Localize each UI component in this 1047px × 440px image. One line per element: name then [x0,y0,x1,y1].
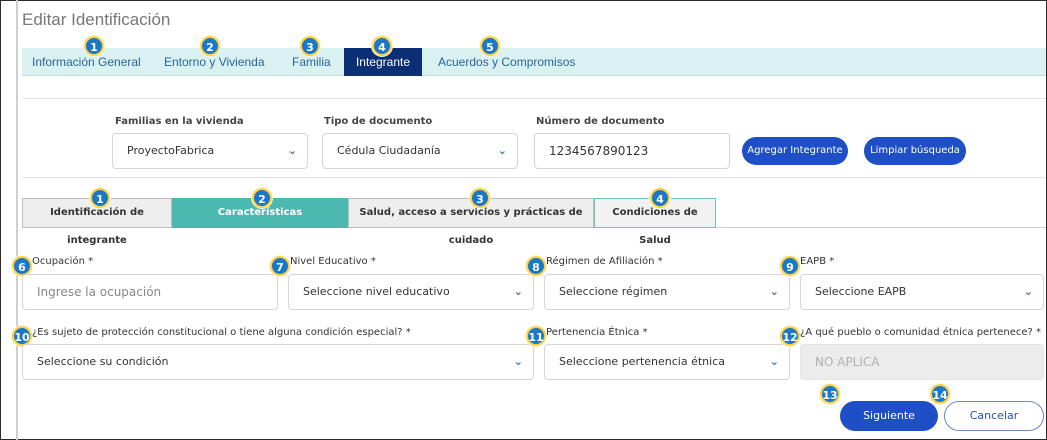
step-badge: 4 [650,188,670,208]
step-badge: 2 [252,188,272,208]
numero-documento-label: Número de documento [536,116,665,127]
step-badge: 3 [300,36,320,56]
numero-documento-input[interactable]: 1234567890123 [534,133,730,169]
ocupacion-input[interactable]: Ingrese la ocupación [22,274,278,310]
step-badge: 11 [526,326,546,346]
left-divider [16,0,18,440]
chevron-down-icon: ⌄ [513,355,523,368]
step-badge: 2 [200,36,220,56]
eapb-select[interactable]: Seleccione EAPB ⌄ [800,274,1044,310]
nivel-educativo-value: Seleccione nivel educativo [303,285,450,298]
limpiar-busqueda-button[interactable]: Limpiar búsqueda [864,137,966,165]
familias-select-value: ProyectoFabrica [127,144,215,157]
sub-tabbar: Identificación de integrante Característ… [22,198,1046,246]
step-badge: 3 [470,188,490,208]
pertenencia-etnica-value: Seleccione pertenencia étnica [559,355,725,368]
pueblo-comunidad-label: ¿A qué pueblo o comunidad étnica pertene… [800,327,1042,338]
tipo-documento-value: Cédula Ciudadanía [337,144,441,157]
proteccion-select[interactable]: Seleccione su condición ⌄ [22,344,534,380]
step-badge: 6 [12,256,32,276]
familias-select[interactable]: ProyectoFabrica ⌄ [112,133,308,169]
step-badge: 10 [12,326,32,346]
pueblo-comunidad-input: NO APLICA [800,344,1044,380]
pertenencia-etnica-select[interactable]: Seleccione pertenencia étnica ⌄ [544,344,790,380]
step-badge: 12 [780,326,800,346]
siguiente-button[interactable]: Siguiente [840,401,938,431]
step-badge: 1 [90,188,110,208]
step-badge: 8 [526,256,546,276]
chevron-down-icon: ⌄ [287,144,297,157]
step-badge: 13 [820,384,840,404]
cancelar-button[interactable]: Cancelar [944,401,1044,431]
step-badge: 1 [84,36,104,56]
tipo-documento-label: Tipo de documento [324,116,433,127]
proteccion-value: Seleccione su condición [37,355,169,368]
eapb-value: Seleccione EAPB [815,285,907,298]
proteccion-label: ¿Es sujeto de protección constitucional … [32,327,411,338]
regimen-value: Seleccione régimen [559,285,668,298]
step-badge: 14 [930,384,950,404]
eapb-label: EAPB * [800,256,835,267]
agregar-integrante-button[interactable]: Agregar Integrante [742,137,848,165]
tipo-documento-select[interactable]: Cédula Ciudadanía ⌄ [322,133,518,169]
page-title: Editar Identificación [22,10,171,29]
regimen-select[interactable]: Seleccione régimen ⌄ [544,274,790,310]
chevron-down-icon: ⌄ [769,285,779,298]
tab-acuerdos-compromisos[interactable]: Acuerdos y Compromisos [432,48,581,76]
chevron-down-icon: ⌄ [1023,285,1033,298]
pertenencia-etnica-label: Pertenencia Étnica * [546,327,648,338]
step-badge: 4 [372,36,392,56]
regimen-label: Régimen de Afiliación * [546,256,663,267]
step-badge: 9 [780,256,800,276]
chevron-down-icon: ⌄ [497,144,507,157]
nivel-educativo-label: Nivel Educativo * [290,256,376,267]
familias-label: Familias en la vivienda [115,116,244,127]
step-badge: 7 [270,256,290,276]
nivel-educativo-select[interactable]: Seleccione nivel educativo ⌄ [288,274,534,310]
step-badge: 5 [480,36,500,56]
ocupacion-label: Ocupación * [32,256,94,267]
chevron-down-icon: ⌄ [513,285,523,298]
main-tabbar: Información General Entorno y Vivienda F… [22,48,1046,76]
chevron-down-icon: ⌄ [769,355,779,368]
